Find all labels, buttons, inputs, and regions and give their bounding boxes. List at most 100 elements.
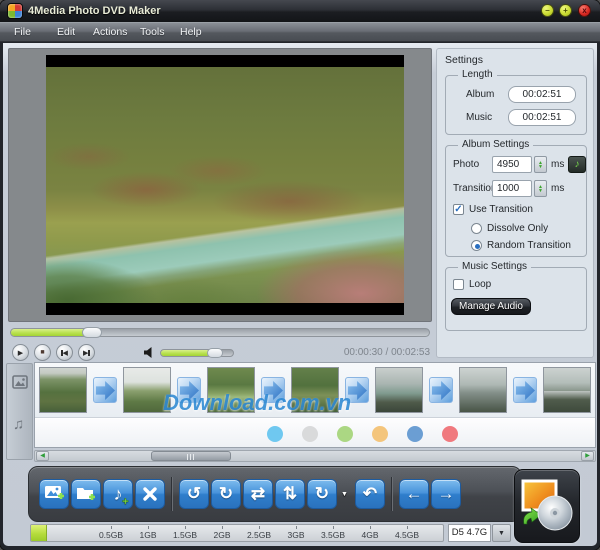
settings-title: Settings [445,54,483,66]
timeline-thumbnail[interactable] [459,367,507,413]
swap-vertical-icon: ⇅ [283,484,297,504]
music-track-icon[interactable]: ♫ [13,416,24,433]
rotate-left-icon: ↺ [187,484,201,504]
maximize-button[interactable]: + [559,4,572,17]
arrow-left-icon: ← [406,484,423,504]
music-settings-group: Music Settings Loop Manage Audio [445,267,587,331]
settings-panel: Settings Length Album 00:02:51 Music 00:… [436,48,594,358]
minimize-button[interactable]: – [541,4,554,17]
preview-photo [46,67,404,303]
add-folder-button[interactable] [71,479,101,509]
transition-arrow-icon[interactable] [513,377,537,403]
preview-panel [8,48,432,322]
menu-actions[interactable]: Actions [89,23,131,42]
album-settings-group: Album Settings Photo 4950 ▲▼ ms ♪ Transi… [445,145,587,257]
scroll-right-button[interactable]: ▶ [581,451,594,461]
dissolve-only-radio[interactable] [471,223,482,234]
music-dot[interactable] [267,426,283,442]
random-transition-label: Random Transition [487,240,571,251]
play-button[interactable]: ▶ [12,344,29,361]
seek-bar[interactable] [10,328,430,337]
transition-duration-input[interactable]: 1000 [492,180,532,197]
rotate-right-icon: ↻ [219,484,233,504]
add-photos-button[interactable] [39,479,69,509]
rotate-right-button[interactable]: ↻ [211,479,241,509]
scrollbar-thumb[interactable] [151,451,231,461]
volume-slider[interactable] [160,349,234,357]
delete-button[interactable] [135,479,165,509]
stop-button[interactable]: ■ [34,344,51,361]
video-frame [46,55,404,315]
client-area: ▶ ■ ◀ ▶ 00:00:30 / 00:02:53 Settings Len… [3,43,597,546]
timeline-thumbnail[interactable] [39,367,87,413]
menu-help[interactable]: Help [176,23,206,42]
swap-horizontal-button[interactable]: ⇄ [243,479,273,509]
transition-duration-spinner[interactable]: ▲▼ [534,180,547,197]
title-bar[interactable]: 4Media Photo DVD Maker – + x [0,0,600,22]
swap-vertical-button[interactable]: ⇅ [275,479,305,509]
use-transition-checkbox[interactable]: ✓ [453,204,464,215]
rotate-left-button[interactable]: ↺ [179,479,209,509]
app-window: 4Media Photo DVD Maker – + x File Edit A… [0,0,600,550]
transition-dropdown-arrow[interactable]: ▼ [341,491,348,498]
photo-track-icon[interactable] [12,375,28,394]
previous-button[interactable]: ◀ [56,344,73,361]
volume-knob[interactable] [207,348,223,358]
length-group: Length Album 00:02:51 Music 00:02:51 [445,75,587,135]
bottom-toolbar: ♪+ ↺ ↻ ⇄ ⇅ ↻ ▼ ↶ ← → [28,466,522,522]
manage-audio-button[interactable]: Manage Audio [451,298,531,315]
disc-type-dropdown-button[interactable]: ▼ [492,524,511,542]
close-button[interactable]: x [578,4,591,17]
transition-arrow-icon[interactable] [93,377,117,403]
timeline-thumbnail[interactable] [375,367,423,413]
seek-knob[interactable] [82,327,102,338]
music-dot[interactable] [337,426,353,442]
menu-edit[interactable]: Edit [53,23,79,42]
move-next-button[interactable]: → [431,479,461,509]
music-dot[interactable] [302,426,318,442]
transition-duration-unit: ms [551,183,564,194]
scroll-left-button[interactable]: ◀ [36,451,49,461]
music-dot[interactable] [372,426,388,442]
add-music-button[interactable]: ♪+ [103,479,133,509]
previous-icon: ◀ [63,349,68,357]
time-display: 00:00:30 / 00:02:53 [333,347,430,358]
timeline-scrollbar[interactable]: ◀ ▶ [34,450,596,462]
loop-label: Loop [469,279,491,290]
loop-checkbox[interactable] [453,279,464,290]
next-button[interactable]: ▶ [78,344,95,361]
play-icon: ▶ [18,349,23,357]
photo-music-button[interactable]: ♪ [568,156,586,173]
use-transition-label: Use Transition [469,204,533,215]
photo-duration-unit: ms [551,159,564,170]
add-music-icon: ♪+ [114,484,123,505]
apply-transition-button[interactable]: ↻ [307,479,337,509]
volume-fill [161,350,210,356]
music-settings-legend: Music Settings [458,261,531,272]
make-dvd-button[interactable] [514,469,580,543]
album-label: Album [466,89,494,100]
menu-file[interactable]: File [10,23,35,42]
app-logo-icon [8,4,22,18]
timeline-thumbnail[interactable] [543,367,591,413]
menu-tools[interactable]: Tools [136,23,169,42]
arrow-right-icon: → [438,484,455,504]
random-transition-radio[interactable] [471,240,482,251]
album-length-field: 00:02:51 [508,86,576,103]
capacity-used-fill [31,525,47,541]
undo-button[interactable]: ↶ [355,479,385,509]
photo-duration-label: Photo [453,159,479,170]
add-folder-icon [76,485,96,503]
delete-icon [142,486,158,502]
music-dot[interactable] [442,426,458,442]
music-dot[interactable] [407,426,423,442]
move-previous-button[interactable]: ← [399,479,429,509]
music-note-icon: ♪ [575,159,580,170]
photo-duration-input[interactable]: 4950 [492,156,532,173]
music-label: Music [466,112,492,123]
music-length-field: 00:02:51 [508,109,576,126]
transition-arrow-icon[interactable] [429,377,453,403]
disc-type-value: D5 4.7G [448,524,491,542]
photo-duration-spinner[interactable]: ▲▼ [534,156,547,173]
timeline-mode-strip: ♫ [6,363,33,460]
